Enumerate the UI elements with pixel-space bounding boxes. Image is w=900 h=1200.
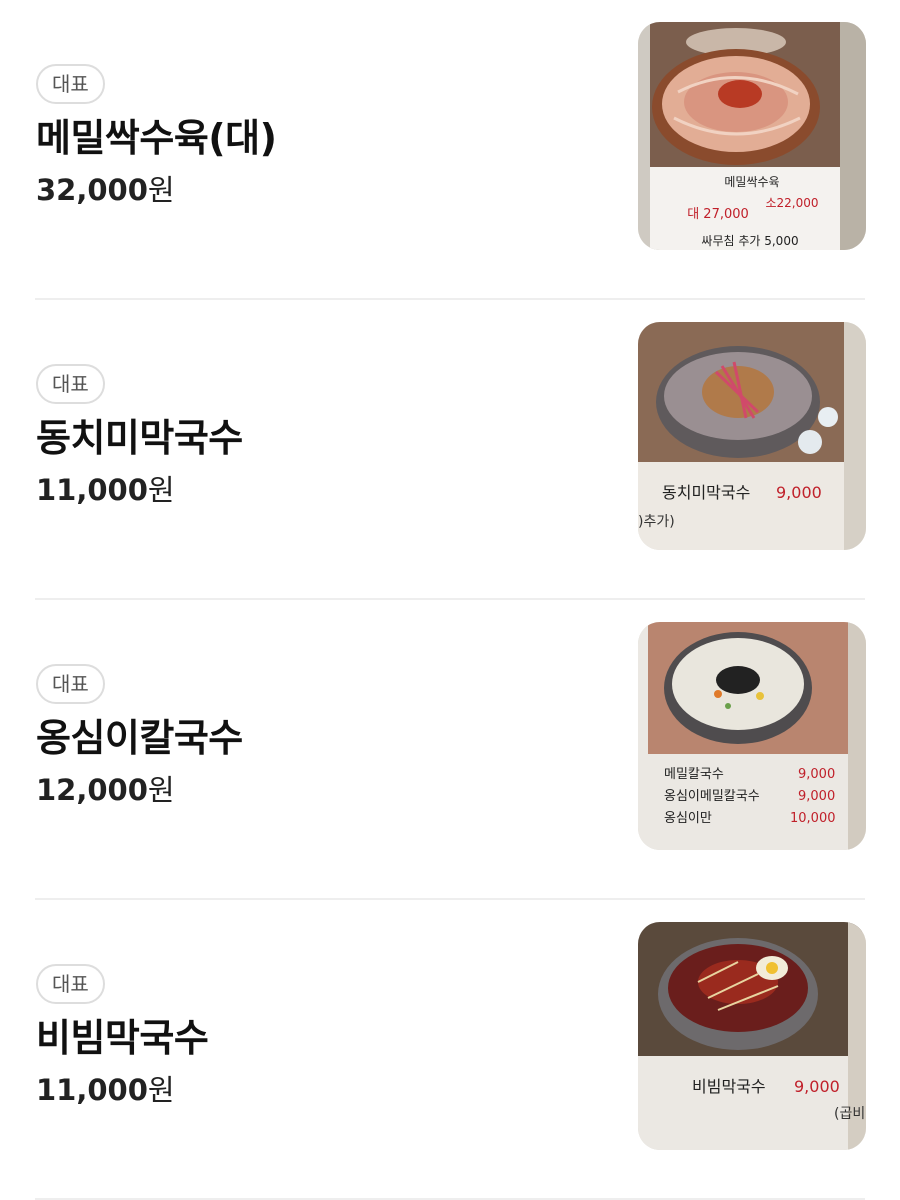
photo-caption-title: 메밀싹수육 <box>724 175 779 189</box>
price-value: 11,000 <box>36 1073 148 1107</box>
menu-item[interactable]: 대표 옹심이칼국수 12,000원 메밀칼국수 9,000 옹심이메밀칼국수 9… <box>0 600 900 900</box>
price-value: 11,000 <box>36 473 148 507</box>
spicy-noodle-bowl-photo: 비빔막국수 9,000 (곱비 <box>638 922 866 1150</box>
signature-badge: 대표 <box>36 964 105 1004</box>
menu-price: 11,000원 <box>36 1070 596 1110</box>
menu-photo[interactable]: 동치미막국수 9,000 )추가) <box>638 322 866 550</box>
signature-badge: 대표 <box>36 664 105 704</box>
photo-caption-extra: )추가) <box>638 514 675 530</box>
boiled-pork-dish-photo: 메밀싹수육 대 27,000 소22,000 싸무침 추가 5,000 <box>638 22 866 250</box>
menu-price: 32,000원 <box>36 170 596 210</box>
menu-list: 대표 메밀싹수육(대) 32,000원 메밀싹수육 대 27,000 소22,0… <box>0 0 900 1200</box>
menu-name: 비빔막국수 <box>36 1016 209 1060</box>
menu-item[interactable]: 대표 동치미막국수 11,000원 동치미막국수 9,000 )추가) <box>0 300 900 600</box>
photo-caption-title: 비빔막국수 <box>692 1077 766 1096</box>
menu-info: 대표 비빔막국수 11,000원 <box>36 964 596 1110</box>
photo-row-price: 9,000 <box>798 767 835 782</box>
menu-price: 12,000원 <box>36 770 596 810</box>
menu-info: 대표 옹심이칼국수 12,000원 <box>36 664 596 810</box>
photo-caption-price-small: 소22,000 <box>765 196 818 210</box>
photo-row-label: 옹심이메밀칼국수 <box>664 789 760 804</box>
menu-name: 옹심이칼국수 <box>36 716 243 760</box>
menu-price: 11,000원 <box>36 470 596 510</box>
photo-caption-extra: (곱비 <box>834 1106 865 1122</box>
photo-row-price: 10,000 <box>790 811 836 826</box>
signature-badge: 대표 <box>36 364 105 404</box>
menu-photo[interactable]: 비빔막국수 9,000 (곱비 <box>638 922 866 1150</box>
photo-row-label: 옹심이만 <box>664 811 712 826</box>
price-value: 32,000 <box>36 173 148 207</box>
knife-noodle-bowl-photo: 메밀칼국수 9,000 옹심이메밀칼국수 9,000 옹심이만 10,000 <box>638 622 866 850</box>
menu-name: 동치미막국수 <box>36 416 243 460</box>
price-currency: 원 <box>147 1073 175 1107</box>
menu-item[interactable]: 대표 메밀싹수육(대) 32,000원 메밀싹수육 대 27,000 소22,0… <box>0 0 900 300</box>
photo-caption-extra: 싸무침 추가 5,000 <box>701 234 798 248</box>
signature-badge: 대표 <box>36 64 105 104</box>
price-value: 12,000 <box>36 773 148 807</box>
price-currency: 원 <box>147 173 175 207</box>
photo-row-label: 메밀칼국수 <box>664 767 724 782</box>
menu-photo[interactable]: 메밀칼국수 9,000 옹심이메밀칼국수 9,000 옹심이만 10,000 <box>638 622 866 850</box>
menu-name: 메밀싹수육(대) <box>36 116 277 160</box>
price-currency: 원 <box>147 773 175 807</box>
price-currency: 원 <box>147 473 175 507</box>
photo-caption-title: 동치미막국수 <box>662 483 750 502</box>
menu-item[interactable]: 대표 비빔막국수 11,000원 비빔막국수 9,000 (곱비 <box>0 900 900 1200</box>
photo-caption-price-large: 대 27,000 <box>687 207 749 222</box>
cold-noodle-bowl-photo: 동치미막국수 9,000 )추가) <box>638 322 866 550</box>
photo-caption-price: 9,000 <box>794 1077 840 1096</box>
menu-info: 대표 동치미막국수 11,000원 <box>36 364 596 510</box>
photo-caption-price: 9,000 <box>776 483 822 502</box>
menu-photo[interactable]: 메밀싹수육 대 27,000 소22,000 싸무침 추가 5,000 <box>638 22 866 250</box>
photo-row-price: 9,000 <box>798 789 835 804</box>
menu-info: 대표 메밀싹수육(대) 32,000원 <box>36 64 596 210</box>
